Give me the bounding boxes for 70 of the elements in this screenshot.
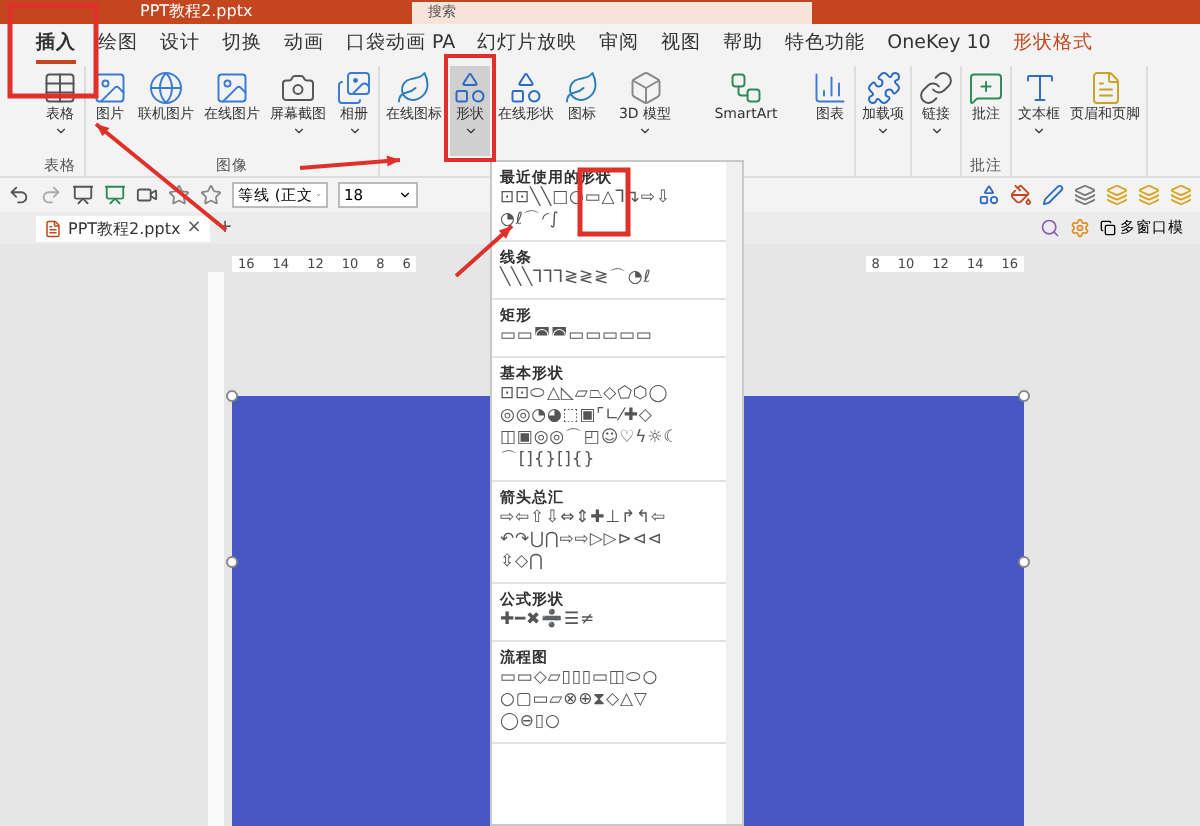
leaf-icon (564, 70, 600, 106)
presentation-icon[interactable] (72, 184, 94, 206)
cube-icon (627, 70, 663, 106)
undo-icon[interactable] (8, 184, 30, 206)
bar-chart-icon (812, 70, 848, 106)
annotation-frame (7, 3, 99, 99)
shape-row[interactable]: ↶↷⋃⋂⇨⇨▷▷⊳⊲⊲ (500, 530, 722, 552)
annotation-frame (444, 54, 496, 162)
star-icon[interactable] (200, 184, 222, 206)
ribbon-tab[interactable]: 切换 (222, 25, 262, 63)
ribbon-tab[interactable]: 绘图 (98, 25, 138, 63)
shape-row[interactable]: ◫▣◎◎⌒◰☺♡ϟ☼☾ (500, 428, 722, 450)
shape-row[interactable]: ◯⊖▯○ (500, 712, 722, 734)
resize-handle[interactable] (226, 556, 238, 568)
shapes-icon (452, 70, 488, 106)
shape-row[interactable]: ⌒[]{}[]{} (500, 450, 722, 472)
comment-icon (968, 70, 1004, 106)
ribbon-tab[interactable]: 审阅 (599, 25, 640, 63)
presentation-icon[interactable] (104, 184, 126, 206)
shape-row[interactable]: ▭▭◚◚▭▭▭▭▭ (500, 326, 722, 348)
shape-row[interactable]: ✚━✖➗☰≠ (500, 610, 722, 632)
resize-handle[interactable] (1018, 390, 1030, 402)
window-title: PPT教程2.pptx (140, 2, 253, 22)
settings-icon[interactable] (1070, 218, 1090, 238)
ribbon-tab[interactable]: OneKey 10 (887, 27, 991, 61)
video-icon[interactable] (136, 184, 158, 206)
shape-row[interactable]: ⊡⊡⬭△◺▱⏢◇⬠⬡◯ (500, 384, 722, 406)
puzzle-icon (865, 70, 901, 106)
star-icon[interactable] (168, 184, 190, 206)
picture-icon (92, 70, 128, 106)
ribbon-tab[interactable]: 形状格式 (1012, 25, 1093, 63)
table-icon (42, 70, 78, 106)
ribbon-tab[interactable]: 帮助 (723, 25, 764, 63)
fill-icon[interactable] (1010, 184, 1032, 206)
pen-icon[interactable] (1042, 184, 1064, 206)
scrollbar[interactable] (726, 162, 742, 824)
picture-icon (214, 70, 250, 106)
search-icon[interactable] (1040, 218, 1060, 238)
shape-row[interactable]: ○▢▭▱⊗⊕⧗◇△▽ (500, 690, 722, 712)
link-icon (918, 70, 954, 106)
document-tab[interactable]: PPT教程2.pptx × (36, 215, 210, 241)
shape-row[interactable]: ╲╲╲⅂⅂⅂≷≷≷⌒◔ℓ (500, 268, 722, 290)
ribbon-tab[interactable]: 特色功能 (785, 25, 866, 63)
shape-row[interactable]: ⇨⇦⇧⇩⇔⇕✚⊥↱↰⇦ (500, 508, 722, 530)
shape-row[interactable]: ⇳◇⋂ (500, 552, 722, 574)
camera-icon (280, 70, 316, 106)
shape-row[interactable]: ▭▭◇▱▯▯▯▭◫⬭○ (500, 668, 722, 690)
windows-icon (1100, 220, 1116, 236)
ribbon-tab[interactable]: 动画 (284, 25, 324, 63)
pictures-icon (336, 70, 372, 106)
annotation-arrow (299, 155, 401, 170)
shapes-icon[interactable] (978, 184, 1000, 206)
document-icon (1087, 70, 1123, 106)
shapes-icon (508, 70, 544, 106)
ribbon-tab[interactable]: 设计 (160, 25, 200, 63)
close-button[interactable]: × (186, 218, 202, 238)
leaf-icon (396, 70, 432, 106)
layers-icon[interactable] (1074, 184, 1096, 206)
resize-handle[interactable] (1018, 556, 1030, 568)
ribbon-tab[interactable]: 视图 (661, 25, 702, 63)
caret-icon (398, 188, 412, 202)
diagram-icon (728, 70, 764, 106)
shape-row[interactable]: ◎◎◔◕⬚▣⌜∟⁄✚◇ (500, 406, 722, 428)
globe-icon (148, 70, 184, 106)
ribbon-tab[interactable]: 幻灯片放映 (477, 25, 578, 63)
resize-handle[interactable] (226, 390, 238, 402)
text-icon (1021, 70, 1057, 106)
file-icon (44, 219, 62, 237)
shape-row[interactable]: ◔ℓ⌒◜∫ (500, 210, 722, 232)
ribbon-tab[interactable]: 口袋动画 PA (346, 25, 456, 63)
